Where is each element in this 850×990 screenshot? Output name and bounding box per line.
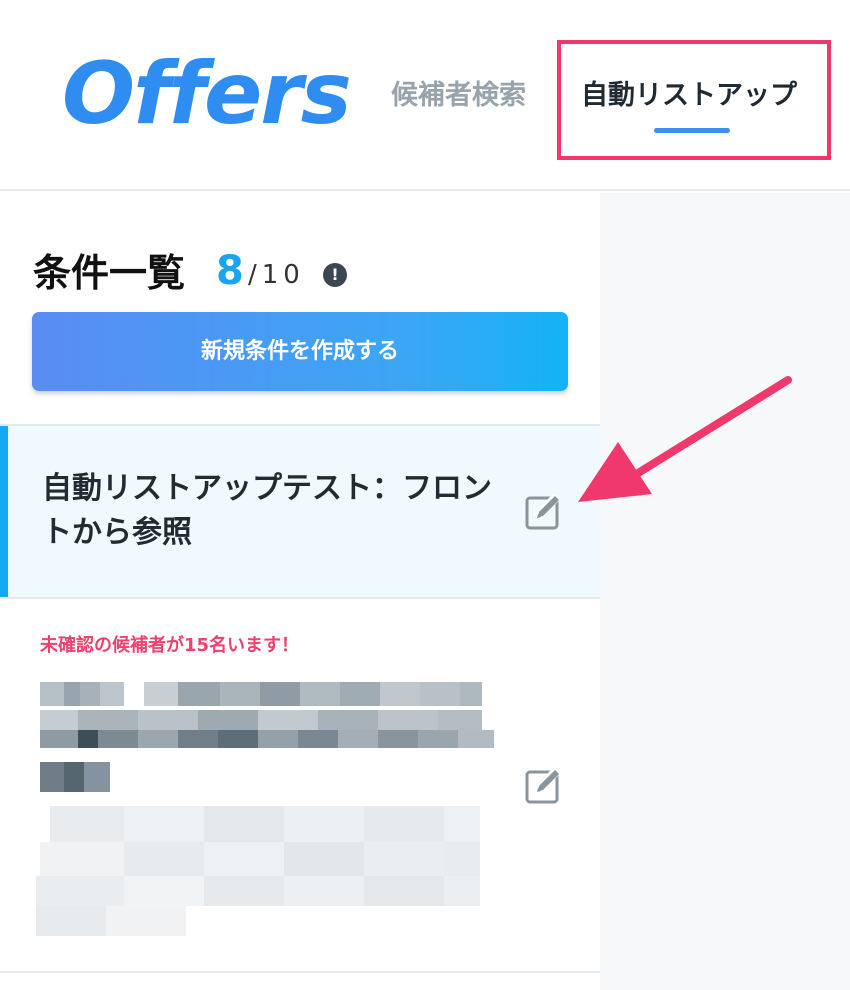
offers-logo[interactable]: Offers — [62, 44, 352, 144]
info-icon[interactable]: ! — [323, 263, 347, 287]
app-root: Offers 候補者検索 自動リストアップ 条件一覧 8 /10 ! 新規条件を… — [0, 0, 850, 990]
active-item-accent — [0, 426, 8, 597]
condition-count-current: 8 — [216, 248, 244, 294]
top-header: Offers 候補者検索 自動リストアップ — [0, 0, 850, 191]
edit-icon[interactable] — [524, 765, 564, 805]
condition-list-title: 条件一覧 — [33, 251, 186, 295]
blurred-condition-details — [36, 806, 480, 936]
content-pane — [600, 193, 850, 990]
condition-count-total: /10 — [248, 260, 305, 290]
edit-icon[interactable] — [524, 491, 564, 531]
unconfirmed-candidates-alert: 未確認の候補者が15名います！ — [40, 635, 300, 656]
annotation-arrow-icon — [578, 376, 792, 502]
list-divider — [0, 971, 600, 973]
blurred-condition-text — [40, 682, 494, 792]
create-condition-button[interactable]: 新規条件を作成する — [32, 312, 568, 391]
annotation-highlight-box — [557, 40, 831, 160]
condition-item-title[interactable]: 自動リストアップテスト：フロントから参照 — [42, 467, 502, 555]
tab-candidate-search[interactable]: 候補者検索 — [391, 79, 526, 113]
